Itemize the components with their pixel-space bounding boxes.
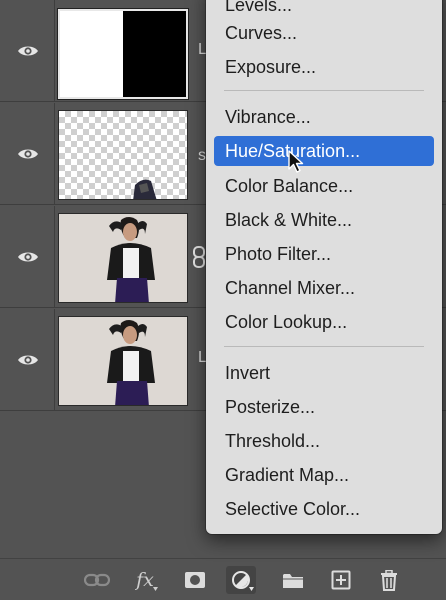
menu-item-vibrance[interactable]: Vibrance...	[214, 102, 434, 132]
eye-icon[interactable]	[16, 248, 40, 266]
menu-item-black-white[interactable]: Black & White...	[214, 205, 434, 235]
menu-separator	[224, 90, 424, 91]
mouse-cursor-icon	[288, 150, 306, 179]
menu-item-color-lookup[interactable]: Color Lookup...	[214, 307, 434, 337]
layer-mask-thumbnail[interactable]	[58, 9, 188, 99]
eye-icon[interactable]	[16, 145, 40, 163]
mask-icon[interactable]	[180, 566, 210, 594]
menu-item-levels[interactable]: Levels...	[214, 0, 434, 20]
menu-item-exposure[interactable]: Exposure...	[214, 52, 434, 82]
layer-name[interactable]: s	[198, 147, 206, 165]
layers-bottom-toolbar: fx	[0, 558, 446, 600]
layer-thumbnail-photo[interactable]	[58, 213, 188, 303]
eye-icon[interactable]	[16, 351, 40, 369]
new-layer-icon[interactable]	[326, 566, 356, 594]
menu-item-curves[interactable]: Curves...	[214, 18, 434, 48]
menu-item-photo-filter[interactable]: Photo Filter...	[214, 239, 434, 269]
menu-item-color-balance[interactable]: Color Balance...	[214, 171, 434, 201]
menu-item-hue-saturation[interactable]: Hue/Saturation...	[214, 136, 434, 166]
trash-icon[interactable]	[374, 566, 404, 594]
fx-label: fx	[136, 569, 154, 591]
layer-thumbnail-transparent[interactable]	[58, 110, 188, 200]
adjustment-layer-menu: Levels... Curves... Exposure... Vibrance…	[206, 0, 442, 534]
adjustment-layer-icon[interactable]	[226, 566, 256, 594]
layer-thumbnail-photo[interactable]	[58, 316, 188, 406]
menu-item-invert[interactable]: Invert	[214, 358, 434, 388]
link-icon[interactable]	[82, 566, 112, 594]
fx-icon[interactable]: fx	[130, 566, 160, 594]
menu-separator	[224, 346, 424, 347]
chain-link-icon[interactable]	[191, 246, 207, 273]
eye-icon[interactable]	[16, 42, 40, 60]
folder-icon[interactable]	[278, 566, 308, 594]
menu-item-posterize[interactable]: Posterize...	[214, 392, 434, 422]
menu-item-channel-mixer[interactable]: Channel Mixer...	[214, 273, 434, 303]
menu-item-selective-color[interactable]: Selective Color...	[214, 494, 434, 524]
menu-item-threshold[interactable]: Threshold...	[214, 426, 434, 456]
menu-item-gradient-map[interactable]: Gradient Map...	[214, 460, 434, 490]
